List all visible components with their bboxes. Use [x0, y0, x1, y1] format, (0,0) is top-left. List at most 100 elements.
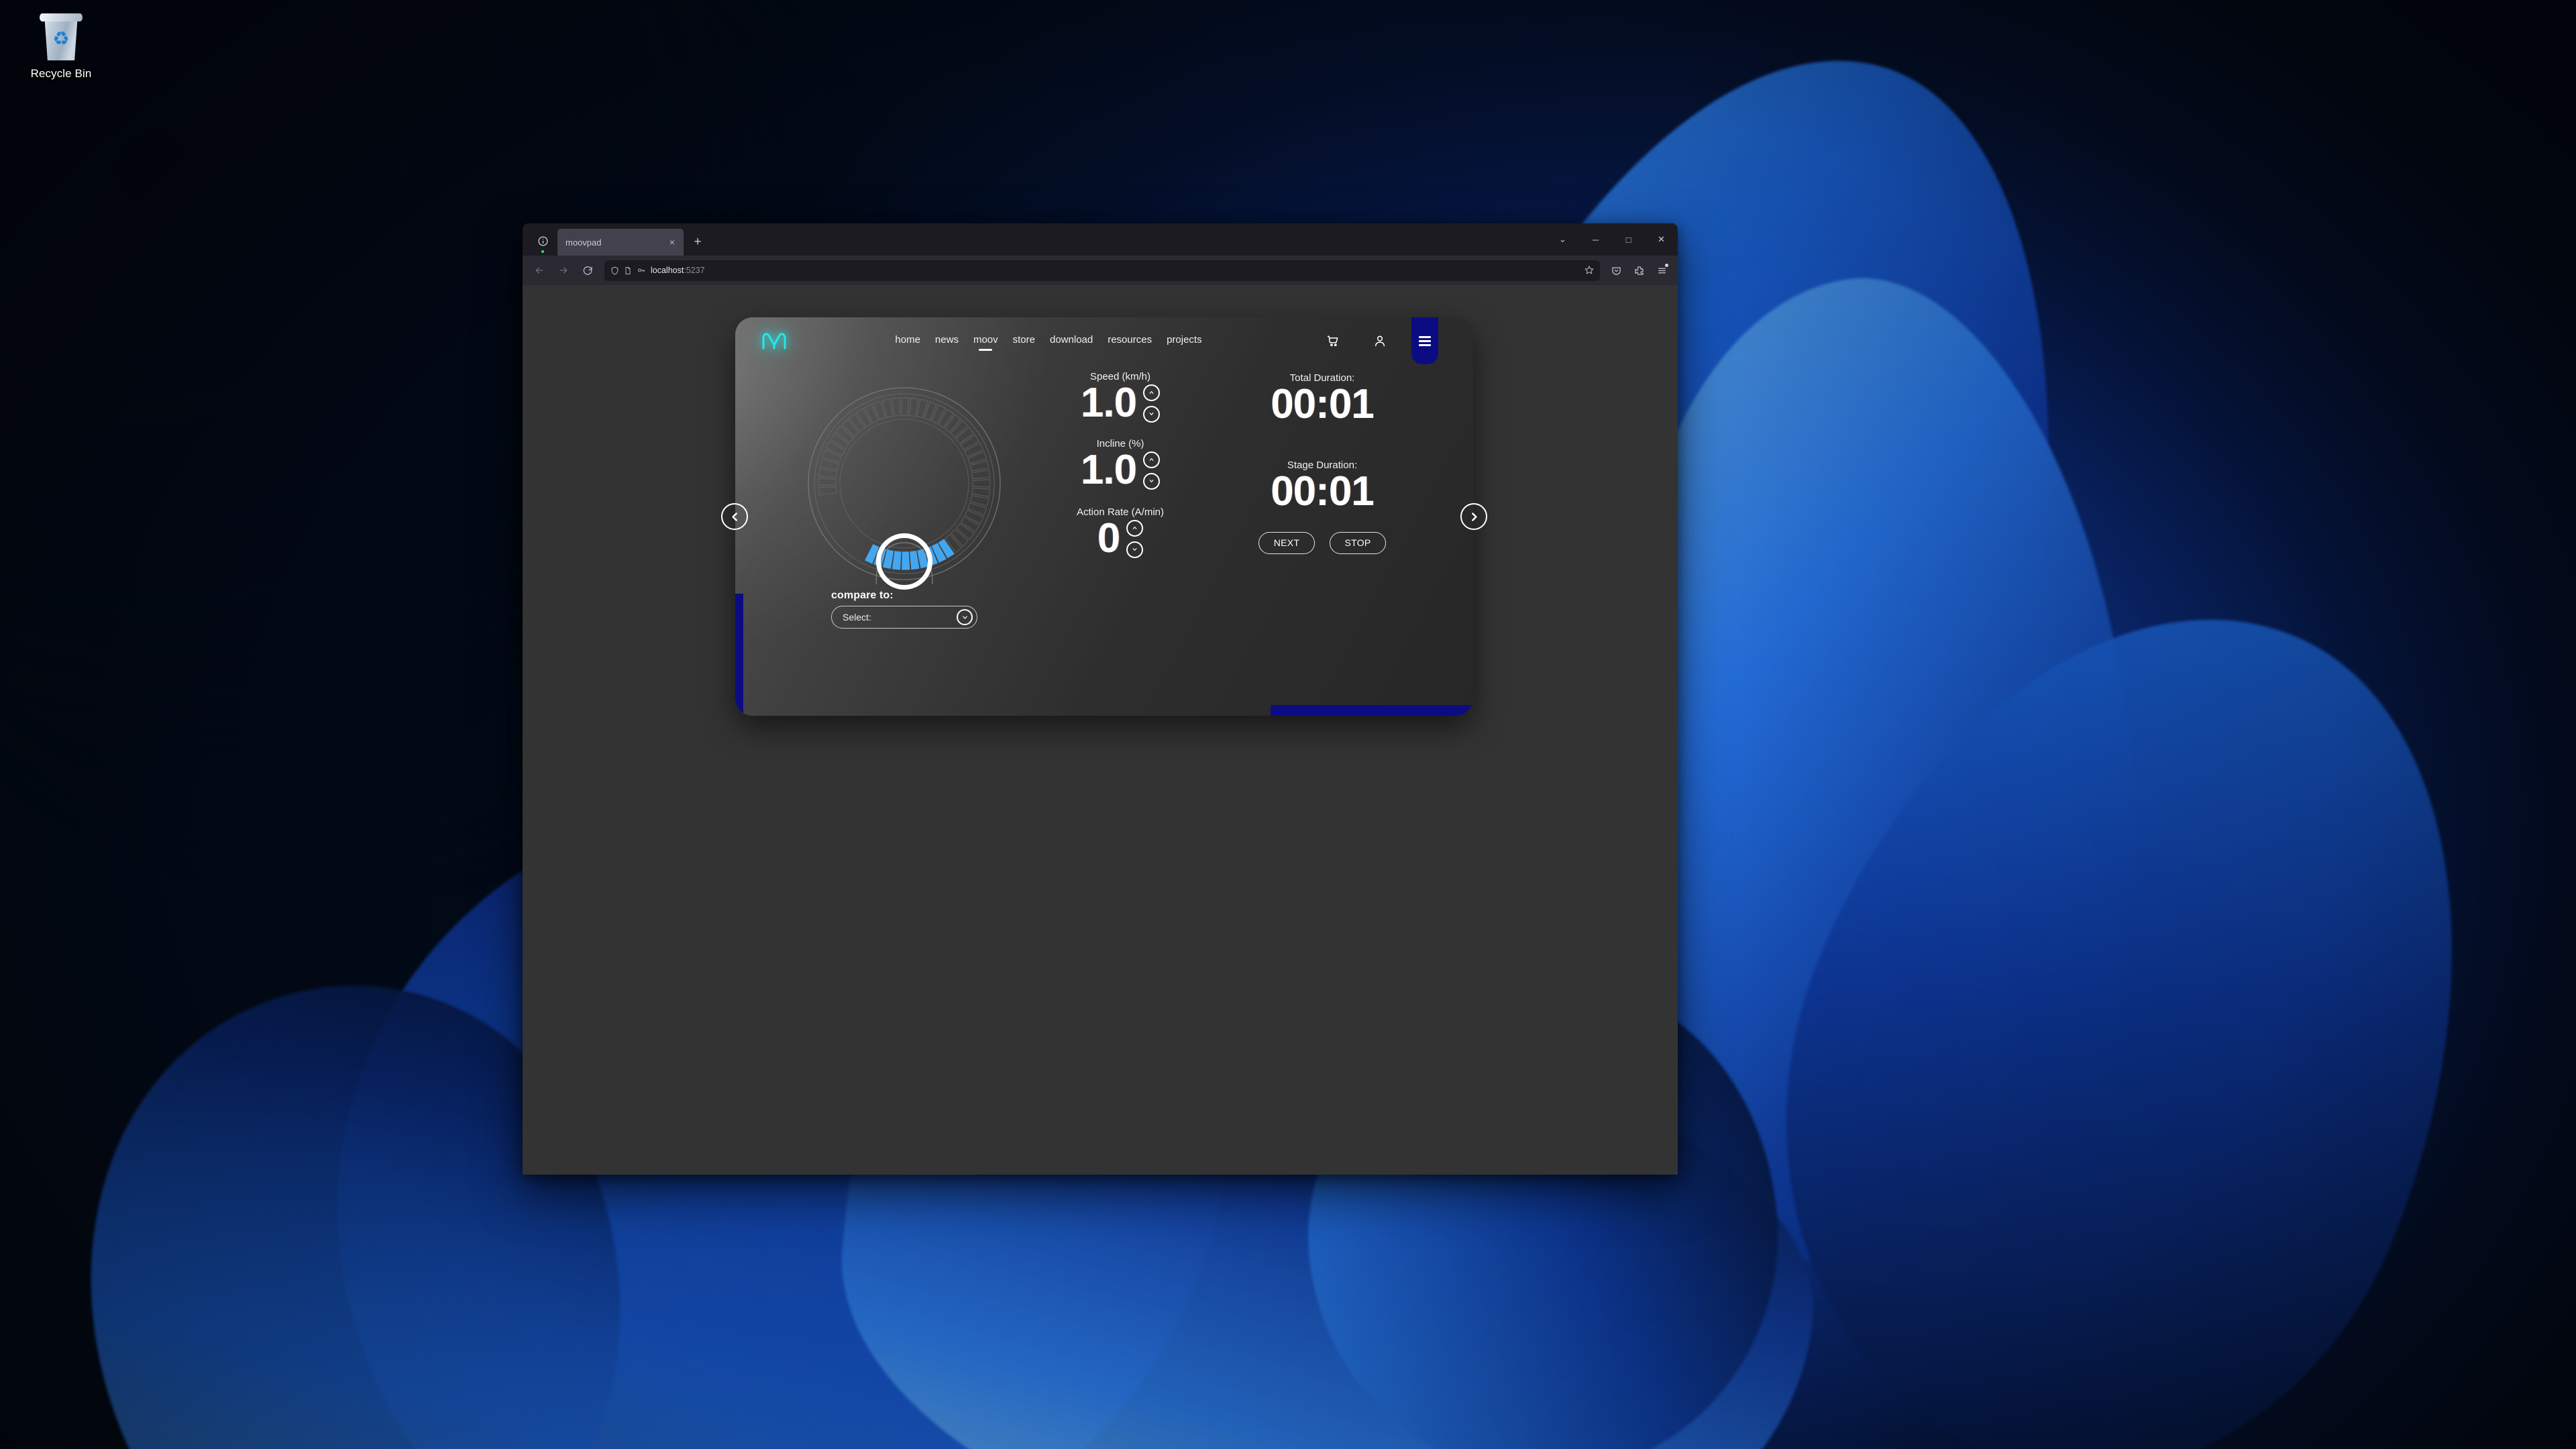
metric-incline-stepper	[1143, 451, 1161, 490]
total-duration: Total Duration: 00:01	[1271, 372, 1375, 425]
gauge-tick	[931, 404, 946, 425]
gauge-tick	[818, 468, 838, 478]
compare-block: compare to: Select:	[831, 590, 977, 629]
gauge-tick	[891, 397, 901, 417]
star-icon[interactable]	[1585, 265, 1594, 276]
gauge-tick	[950, 420, 969, 439]
browser-tab[interactable]: moovpad ×	[557, 229, 684, 256]
recycle-bin-label: Recycle Bin	[30, 67, 92, 80]
user-icon[interactable]	[1371, 332, 1389, 350]
forward-button[interactable]	[552, 260, 575, 281]
next-button[interactable]: NEXT	[1258, 531, 1315, 554]
gauge-tick	[818, 486, 837, 496]
nav-link-download[interactable]: download	[1050, 334, 1093, 347]
pocket-icon[interactable]	[1605, 260, 1627, 281]
browser-tab-title: moovpad	[566, 237, 602, 248]
nav-link-projects[interactable]: projects	[1167, 334, 1202, 347]
shield-icon	[610, 266, 619, 275]
gauge-tick	[969, 460, 989, 472]
metric-speed: Speed (km/h) 1.0	[1080, 371, 1161, 426]
extensions-icon[interactable]	[1628, 260, 1650, 281]
key-icon[interactable]	[637, 266, 646, 274]
window-controls: ⌄ ─ □ ✕	[1546, 223, 1678, 256]
nav-link-store[interactable]: store	[1013, 334, 1035, 347]
chevron-down-icon[interactable]	[1126, 541, 1144, 558]
metric-action-rate-value: 0	[1097, 515, 1120, 561]
tab-close-icon[interactable]: ×	[666, 236, 678, 248]
chevron-up-icon[interactable]	[1143, 384, 1161, 401]
gauge-tick	[825, 441, 845, 456]
nav-link-news[interactable]: news	[935, 334, 959, 347]
gauge-knob[interactable]	[876, 533, 932, 590]
app-card-surface: home news moov store download resources …	[735, 317, 1473, 716]
metric-incline-value: 1.0	[1080, 446, 1137, 493]
close-button[interactable]: ✕	[1645, 223, 1678, 256]
metrics-column: Speed (km/h) 1.0 Incline (%) 1.0 Action …	[1038, 368, 1446, 716]
gauge-tick	[916, 398, 928, 419]
gauge-tick	[841, 419, 860, 437]
reload-button[interactable]	[576, 260, 599, 281]
compare-label: compare to:	[831, 590, 894, 601]
gauge-tick	[938, 409, 954, 429]
slide-next-button[interactable]	[1460, 503, 1487, 530]
tab-list-button[interactable]: ⌄	[1546, 223, 1579, 256]
hamburger-menu-icon[interactable]	[1651, 260, 1672, 281]
gauge-tick	[909, 397, 919, 417]
page-icon	[624, 266, 632, 275]
gauge-tick	[955, 523, 975, 540]
metric-action-rate-label: Action Rate (A/min)	[1076, 506, 1165, 518]
moov-m-logo[interactable]	[758, 327, 793, 354]
desktop-icon-recycle-bin[interactable]: ♻ Recycle Bin	[4, 4, 118, 80]
action-buttons: NEXT STOP	[1258, 531, 1386, 554]
gauge-tick	[944, 414, 962, 433]
gauge-column: compare to: Select:	[770, 368, 1038, 716]
gauge-tick	[971, 470, 991, 480]
desktop: ♻ Recycle Bin moovpad × + ⌄ ─ □ ✕ localh…	[0, 0, 2576, 1449]
chevron-right-icon	[1468, 511, 1480, 523]
back-button[interactable]	[528, 260, 551, 281]
compare-select[interactable]: Select:	[831, 606, 977, 629]
metric-speed-stepper	[1143, 384, 1161, 423]
speed-gauge[interactable]	[804, 383, 1005, 590]
compare-select-value: Select:	[843, 612, 871, 623]
gauge-tick	[835, 425, 854, 443]
accent-bar-bottom	[1271, 705, 1473, 716]
stop-button[interactable]: STOP	[1330, 531, 1386, 554]
url-bar[interactable]: localhost:5237	[604, 260, 1600, 281]
cart-icon[interactable]	[1324, 332, 1342, 350]
accent-bar-left	[735, 594, 743, 716]
app-header: home news moov store download resources …	[735, 317, 1473, 364]
minimize-button[interactable]: ─	[1579, 223, 1612, 256]
app-body: compare to: Select: Speed (km/h) 1.0 Inc…	[735, 364, 1473, 716]
tab-info-icon[interactable]	[529, 227, 556, 254]
browser-window: moovpad × + ⌄ ─ □ ✕ localhost:5237 home …	[523, 223, 1678, 1175]
chevron-down-icon[interactable]	[1143, 472, 1161, 490]
side-menu-tab[interactable]	[1411, 317, 1438, 364]
chevron-up-icon[interactable]	[1143, 451, 1161, 468]
gauge-tick	[855, 408, 872, 428]
gauge-tick	[964, 442, 984, 458]
moov-app-card: home news moov store download resources …	[721, 317, 1487, 716]
gauge-tick	[830, 433, 849, 449]
metric-speed-value: 1.0	[1080, 380, 1137, 426]
gauge-tick	[960, 434, 980, 451]
chevron-down-icon[interactable]	[1143, 405, 1161, 423]
new-tab-button[interactable]: +	[688, 232, 708, 252]
gauge-tick	[971, 487, 991, 497]
gauge-tick	[822, 449, 842, 464]
chevron-up-icon[interactable]	[1126, 519, 1144, 537]
gauge-tick	[950, 529, 969, 547]
maximize-button[interactable]: □	[1612, 223, 1645, 256]
browser-tab-strip: moovpad × + ⌄ ─ □ ✕	[523, 223, 1678, 256]
gauge-tick	[819, 458, 839, 471]
header-actions	[1324, 332, 1389, 350]
page-viewport: home news moov store download resources …	[523, 285, 1678, 1175]
nav-link-home[interactable]: home	[895, 334, 920, 347]
slide-prev-button[interactable]	[721, 503, 748, 530]
nav-link-resources[interactable]: resources	[1108, 334, 1152, 347]
nav-link-moov[interactable]: moov	[973, 334, 998, 347]
gauge-tick	[848, 413, 865, 432]
chevron-left-icon	[729, 511, 741, 523]
gauge-tick	[955, 427, 975, 444]
gauge-tick	[864, 403, 879, 424]
